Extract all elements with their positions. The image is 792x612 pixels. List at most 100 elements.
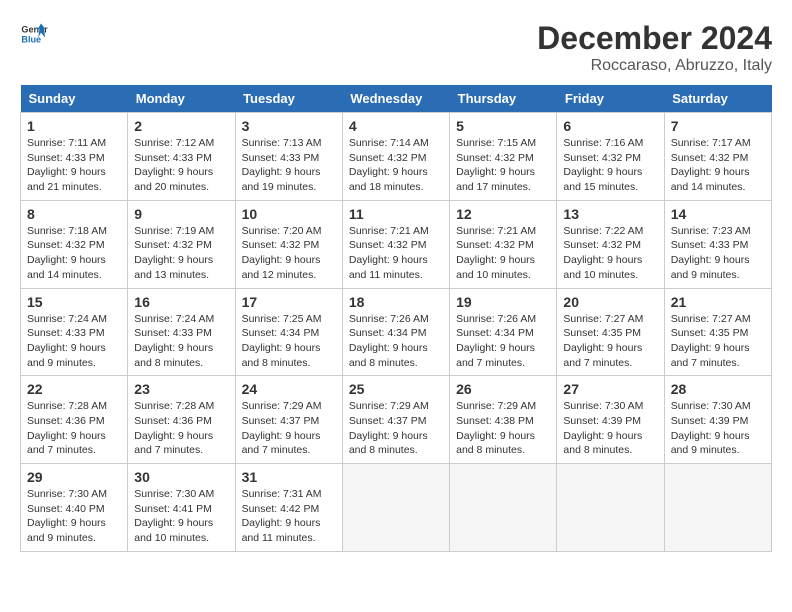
col-thursday: Thursday bbox=[450, 85, 557, 113]
day-info: Sunrise: 7:21 AM Sunset: 4:32 PM Dayligh… bbox=[456, 224, 550, 283]
day-info: Sunrise: 7:29 AM Sunset: 4:38 PM Dayligh… bbox=[456, 399, 550, 458]
daylight-label: Daylight: 9 hours and 8 minutes. bbox=[456, 430, 535, 457]
day-number: 30 bbox=[134, 469, 228, 485]
day-info: Sunrise: 7:12 AM Sunset: 4:33 PM Dayligh… bbox=[134, 136, 228, 195]
daylight-label: Daylight: 9 hours and 9 minutes. bbox=[671, 254, 750, 281]
calendar-table: Sunday Monday Tuesday Wednesday Thursday… bbox=[20, 85, 772, 552]
sunset-label: Sunset: 4:33 PM bbox=[27, 152, 105, 164]
sunrise-label: Sunrise: 7:28 AM bbox=[27, 400, 107, 412]
daylight-label: Daylight: 9 hours and 11 minutes. bbox=[349, 254, 428, 281]
sunset-label: Sunset: 4:35 PM bbox=[671, 327, 749, 339]
sunrise-label: Sunrise: 7:31 AM bbox=[242, 488, 322, 500]
day-info: Sunrise: 7:30 AM Sunset: 4:41 PM Dayligh… bbox=[134, 487, 228, 546]
day-info: Sunrise: 7:11 AM Sunset: 4:33 PM Dayligh… bbox=[27, 136, 121, 195]
daylight-label: Daylight: 9 hours and 9 minutes. bbox=[27, 342, 106, 369]
table-row: 26 Sunrise: 7:29 AM Sunset: 4:38 PM Dayl… bbox=[450, 376, 557, 464]
day-info: Sunrise: 7:16 AM Sunset: 4:32 PM Dayligh… bbox=[563, 136, 657, 195]
table-row: 22 Sunrise: 7:28 AM Sunset: 4:36 PM Dayl… bbox=[21, 376, 128, 464]
day-info: Sunrise: 7:25 AM Sunset: 4:34 PM Dayligh… bbox=[242, 312, 336, 371]
sunset-label: Sunset: 4:40 PM bbox=[27, 503, 105, 515]
table-row: 29 Sunrise: 7:30 AM Sunset: 4:40 PM Dayl… bbox=[21, 464, 128, 552]
sunset-label: Sunset: 4:37 PM bbox=[242, 415, 320, 427]
day-number: 24 bbox=[242, 381, 336, 397]
calendar-body: 1 Sunrise: 7:11 AM Sunset: 4:33 PM Dayli… bbox=[21, 113, 772, 552]
day-number: 14 bbox=[671, 206, 765, 222]
daylight-label: Daylight: 9 hours and 8 minutes. bbox=[349, 430, 428, 457]
sunset-label: Sunset: 4:35 PM bbox=[563, 327, 641, 339]
logo-icon: General Blue bbox=[20, 20, 48, 48]
sunset-label: Sunset: 4:32 PM bbox=[671, 152, 749, 164]
table-row: 24 Sunrise: 7:29 AM Sunset: 4:37 PM Dayl… bbox=[235, 376, 342, 464]
day-number: 9 bbox=[134, 206, 228, 222]
sunrise-label: Sunrise: 7:30 AM bbox=[671, 400, 751, 412]
day-number: 18 bbox=[349, 294, 443, 310]
table-row: 12 Sunrise: 7:21 AM Sunset: 4:32 PM Dayl… bbox=[450, 200, 557, 288]
table-row: 30 Sunrise: 7:30 AM Sunset: 4:41 PM Dayl… bbox=[128, 464, 235, 552]
calendar-row: 29 Sunrise: 7:30 AM Sunset: 4:40 PM Dayl… bbox=[21, 464, 772, 552]
daylight-label: Daylight: 9 hours and 8 minutes. bbox=[563, 430, 642, 457]
sunset-label: Sunset: 4:33 PM bbox=[134, 152, 212, 164]
sunset-label: Sunset: 4:32 PM bbox=[456, 152, 534, 164]
sunset-label: Sunset: 4:33 PM bbox=[242, 152, 320, 164]
daylight-label: Daylight: 9 hours and 7 minutes. bbox=[134, 430, 213, 457]
day-info: Sunrise: 7:30 AM Sunset: 4:40 PM Dayligh… bbox=[27, 487, 121, 546]
daylight-label: Daylight: 9 hours and 7 minutes. bbox=[242, 430, 321, 457]
sunset-label: Sunset: 4:32 PM bbox=[563, 239, 641, 251]
daylight-label: Daylight: 9 hours and 10 minutes. bbox=[134, 517, 213, 544]
table-row bbox=[450, 464, 557, 552]
sunrise-label: Sunrise: 7:18 AM bbox=[27, 225, 107, 237]
day-number: 25 bbox=[349, 381, 443, 397]
daylight-label: Daylight: 9 hours and 8 minutes. bbox=[134, 342, 213, 369]
sunset-label: Sunset: 4:42 PM bbox=[242, 503, 320, 515]
day-number: 13 bbox=[563, 206, 657, 222]
day-info: Sunrise: 7:31 AM Sunset: 4:42 PM Dayligh… bbox=[242, 487, 336, 546]
sunset-label: Sunset: 4:32 PM bbox=[242, 239, 320, 251]
daylight-label: Daylight: 9 hours and 18 minutes. bbox=[349, 166, 428, 193]
daylight-label: Daylight: 9 hours and 7 minutes. bbox=[456, 342, 535, 369]
day-number: 8 bbox=[27, 206, 121, 222]
daylight-label: Daylight: 9 hours and 7 minutes. bbox=[27, 430, 106, 457]
sunrise-label: Sunrise: 7:24 AM bbox=[27, 313, 107, 325]
sunset-label: Sunset: 4:32 PM bbox=[134, 239, 212, 251]
sunrise-label: Sunrise: 7:20 AM bbox=[242, 225, 322, 237]
daylight-label: Daylight: 9 hours and 21 minutes. bbox=[27, 166, 106, 193]
day-number: 26 bbox=[456, 381, 550, 397]
day-info: Sunrise: 7:30 AM Sunset: 4:39 PM Dayligh… bbox=[671, 399, 765, 458]
day-info: Sunrise: 7:20 AM Sunset: 4:32 PM Dayligh… bbox=[242, 224, 336, 283]
table-row: 23 Sunrise: 7:28 AM Sunset: 4:36 PM Dayl… bbox=[128, 376, 235, 464]
day-number: 15 bbox=[27, 294, 121, 310]
calendar-row: 15 Sunrise: 7:24 AM Sunset: 4:33 PM Dayl… bbox=[21, 288, 772, 376]
day-number: 29 bbox=[27, 469, 121, 485]
sunrise-label: Sunrise: 7:30 AM bbox=[27, 488, 107, 500]
day-number: 21 bbox=[671, 294, 765, 310]
day-info: Sunrise: 7:29 AM Sunset: 4:37 PM Dayligh… bbox=[349, 399, 443, 458]
sunrise-label: Sunrise: 7:29 AM bbox=[349, 400, 429, 412]
sunset-label: Sunset: 4:32 PM bbox=[349, 239, 427, 251]
day-number: 16 bbox=[134, 294, 228, 310]
table-row: 31 Sunrise: 7:31 AM Sunset: 4:42 PM Dayl… bbox=[235, 464, 342, 552]
day-number: 7 bbox=[671, 118, 765, 134]
sunset-label: Sunset: 4:32 PM bbox=[456, 239, 534, 251]
day-number: 17 bbox=[242, 294, 336, 310]
sunrise-label: Sunrise: 7:30 AM bbox=[134, 488, 214, 500]
day-number: 27 bbox=[563, 381, 657, 397]
daylight-label: Daylight: 9 hours and 8 minutes. bbox=[349, 342, 428, 369]
sunset-label: Sunset: 4:32 PM bbox=[349, 152, 427, 164]
day-number: 3 bbox=[242, 118, 336, 134]
sunset-label: Sunset: 4:33 PM bbox=[671, 239, 749, 251]
day-info: Sunrise: 7:13 AM Sunset: 4:33 PM Dayligh… bbox=[242, 136, 336, 195]
sunrise-label: Sunrise: 7:16 AM bbox=[563, 137, 643, 149]
col-wednesday: Wednesday bbox=[342, 85, 449, 113]
day-info: Sunrise: 7:27 AM Sunset: 4:35 PM Dayligh… bbox=[671, 312, 765, 371]
table-row: 5 Sunrise: 7:15 AM Sunset: 4:32 PM Dayli… bbox=[450, 113, 557, 201]
day-info: Sunrise: 7:22 AM Sunset: 4:32 PM Dayligh… bbox=[563, 224, 657, 283]
sunrise-label: Sunrise: 7:26 AM bbox=[349, 313, 429, 325]
day-number: 20 bbox=[563, 294, 657, 310]
table-row: 10 Sunrise: 7:20 AM Sunset: 4:32 PM Dayl… bbox=[235, 200, 342, 288]
table-row bbox=[342, 464, 449, 552]
day-info: Sunrise: 7:30 AM Sunset: 4:39 PM Dayligh… bbox=[563, 399, 657, 458]
sunrise-label: Sunrise: 7:12 AM bbox=[134, 137, 214, 149]
sunrise-label: Sunrise: 7:25 AM bbox=[242, 313, 322, 325]
sunrise-label: Sunrise: 7:29 AM bbox=[456, 400, 536, 412]
daylight-label: Daylight: 9 hours and 19 minutes. bbox=[242, 166, 321, 193]
